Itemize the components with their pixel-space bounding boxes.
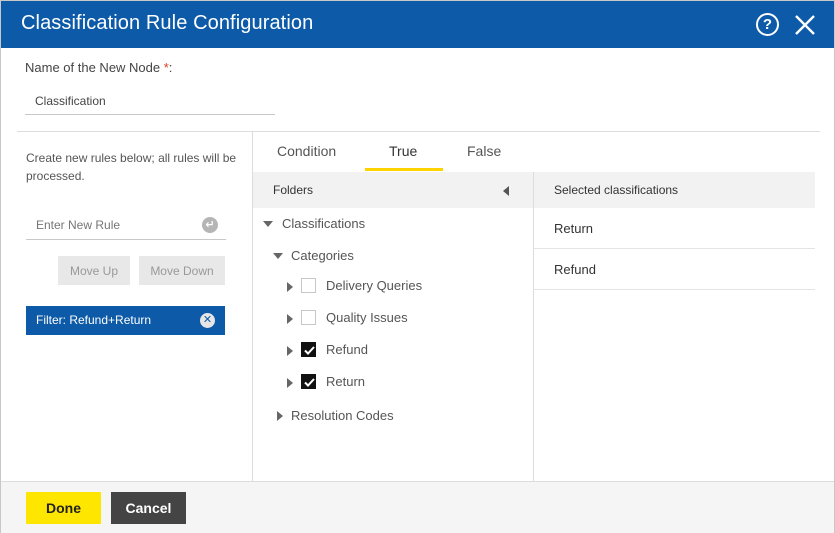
close-icon[interactable]	[793, 13, 817, 37]
node-name-input[interactable]	[25, 87, 275, 115]
tree-node-categories[interactable]: Categories	[291, 247, 354, 265]
cancel-button[interactable]: Cancel	[111, 492, 186, 524]
enter-return-icon[interactable]: ↵	[202, 217, 218, 233]
tree-node-quality-issues[interactable]: Quality Issues	[326, 309, 408, 327]
tab-condition[interactable]: Condition	[277, 143, 336, 159]
remove-rule-icon[interactable]: ✕	[200, 313, 215, 328]
new-rule-input[interactable]	[26, 211, 226, 240]
selected-item-refund[interactable]: Refund	[534, 249, 815, 290]
done-button[interactable]: Done	[26, 492, 101, 524]
expand-refund-icon[interactable]	[287, 346, 293, 356]
tree-node-refund[interactable]: Refund	[326, 341, 368, 359]
node-name-label-text: Name of the New Node	[25, 60, 164, 75]
checkbox-refund[interactable]	[301, 342, 316, 357]
rules-hint-text: Create new rules below; all rules will b…	[26, 151, 237, 183]
checkbox-delivery-queries[interactable]	[301, 278, 316, 293]
dialog-footer: Done Cancel	[1, 481, 834, 533]
expand-quality-issues-icon[interactable]	[287, 314, 293, 324]
classification-rule-dialog: Classification Rule Configuration ? Name…	[0, 0, 835, 533]
help-icon[interactable]: ?	[756, 13, 779, 36]
node-name-label: Name of the New Node *:	[25, 60, 172, 75]
dialog-titlebar: Classification Rule Configuration ?	[1, 1, 834, 48]
expand-delivery-queries-icon[interactable]	[287, 282, 293, 292]
tree-node-delivery-queries[interactable]: Delivery Queries	[326, 277, 422, 295]
folders-header: Folders	[253, 172, 533, 208]
expand-categories-icon[interactable]	[273, 253, 283, 259]
selected-item-return[interactable]: Return	[534, 208, 815, 249]
node-name-label-suffix: :	[168, 60, 173, 75]
expand-return-icon[interactable]	[287, 378, 293, 388]
expand-resolution-codes-icon[interactable]	[277, 411, 283, 421]
rule-filter-chip[interactable]: Filter: Refund+Return ✕	[26, 306, 225, 335]
rule-filter-chip-label: Filter: Refund+Return	[36, 313, 152, 327]
section-divider	[17, 131, 820, 132]
tree-node-return[interactable]: Return	[326, 373, 365, 391]
tab-true[interactable]: True	[389, 143, 417, 159]
checkmark-icon	[304, 346, 315, 355]
checkbox-return[interactable]	[301, 374, 316, 389]
checkmark-icon	[304, 378, 315, 387]
folders-header-label: Folders	[273, 183, 314, 197]
checkbox-quality-issues[interactable]	[301, 310, 316, 325]
move-up-button[interactable]: Move Up	[58, 256, 130, 285]
tree-node-resolution-codes[interactable]: Resolution Codes	[291, 407, 394, 425]
tree-node-classifications[interactable]: Classifications	[282, 215, 365, 233]
expand-classifications-icon[interactable]	[263, 221, 273, 227]
selected-classifications-header: Selected classifications	[534, 172, 815, 208]
tab-false[interactable]: False	[467, 143, 501, 159]
collapse-panel-icon[interactable]	[503, 186, 509, 196]
move-down-button[interactable]: Move Down	[139, 256, 225, 285]
active-tab-indicator	[365, 168, 443, 171]
dialog-title: Classification Rule Configuration	[21, 12, 314, 34]
